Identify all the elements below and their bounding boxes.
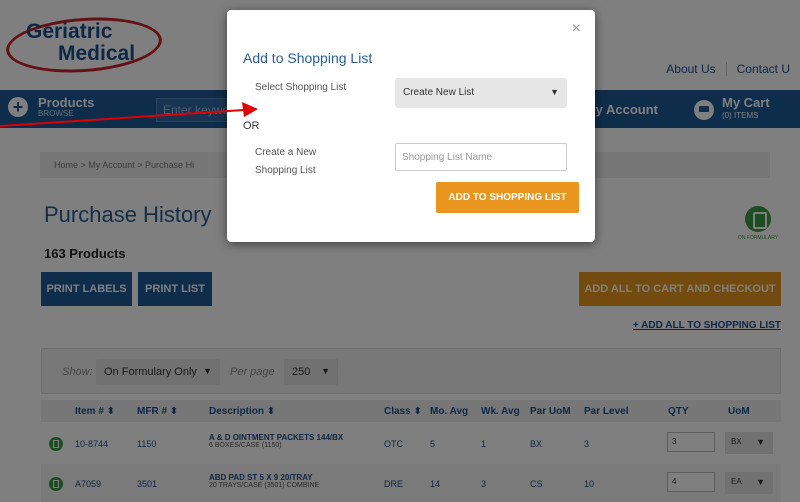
create-list-label-line1: Create a New [255, 147, 317, 158]
add-to-shopping-list-button[interactable]: ADD TO SHOPPING LIST [436, 182, 579, 213]
shopping-list-select[interactable]: Create New List ▼ [395, 78, 567, 108]
select-list-label: Select Shopping List [255, 82, 347, 93]
create-list-label-line2: Shopping List [255, 165, 316, 176]
shopping-list-name-input[interactable]: Shopping List Name [395, 143, 567, 171]
add-to-shopping-list-modal: × Add to Shopping List Select Shopping L… [227, 10, 595, 242]
shopping-list-select-value: Create New List [403, 87, 475, 98]
caret-down-icon: ▼ [550, 87, 559, 97]
modal-title: Add to Shopping List [243, 50, 373, 66]
close-icon[interactable]: × [572, 20, 581, 38]
or-label: OR [243, 120, 260, 132]
